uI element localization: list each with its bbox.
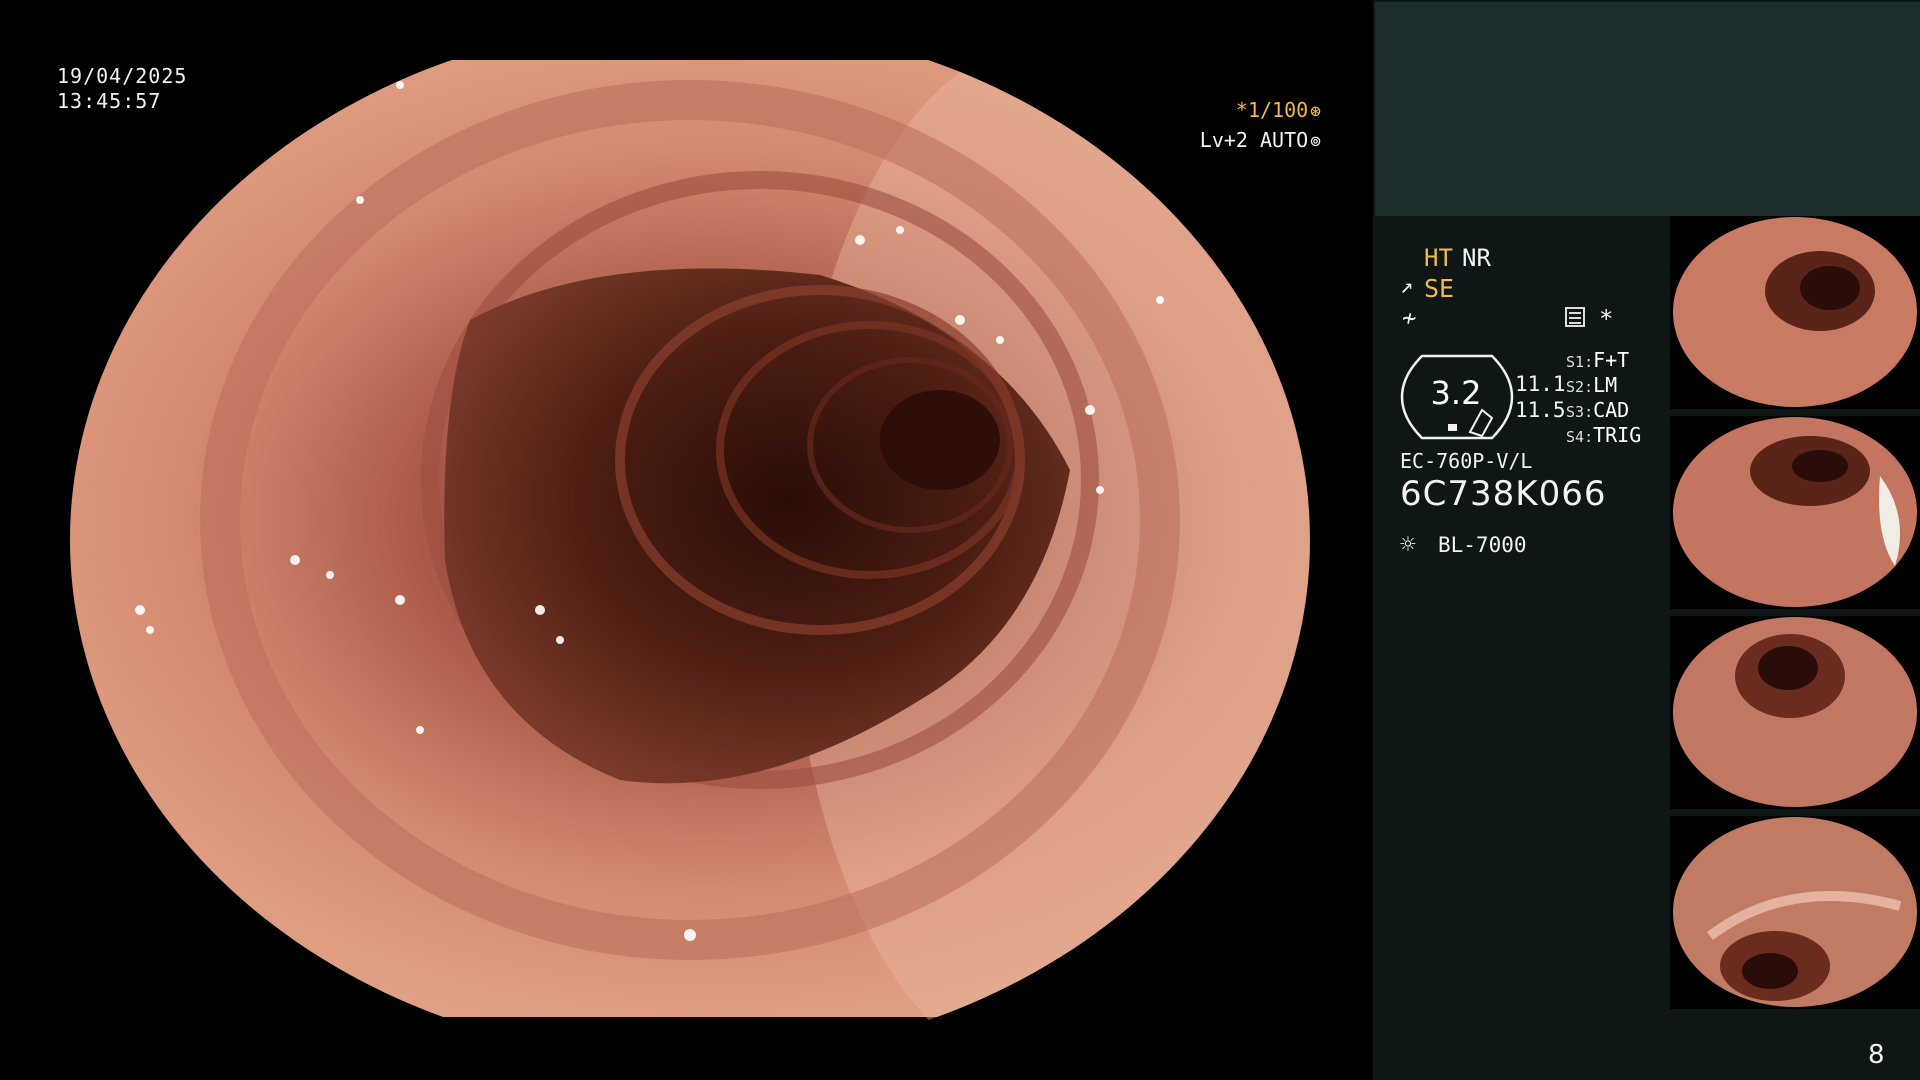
thumbnail-capture-2[interactable] [1670, 416, 1920, 609]
brightness-level-value: Lv+2 AUTO [1199, 128, 1309, 152]
brightness-level-readout: Lv+2 AUTO ⊚ [1200, 128, 1321, 152]
switch-s1: S1:F+T [1566, 348, 1630, 372]
enhancement-value-b: 11.5 [1515, 398, 1566, 422]
colon-lumen-image [0, 0, 1373, 1080]
thumbnail-capture-3[interactable] [1670, 616, 1920, 809]
thumbnail-image [1673, 417, 1917, 607]
iris-icon: ⊚ [1310, 131, 1321, 152]
page-number: 8 [1868, 1040, 1885, 1070]
filter-off-icon: ≁ [1402, 304, 1417, 332]
capture-time: 13:45:57 [57, 89, 162, 113]
se-indicator: SE [1424, 274, 1455, 303]
light-source-icon: ☼ [1400, 530, 1416, 560]
zoom-value: 3.2 [1430, 374, 1482, 412]
switch-s4: S4:TRIG [1566, 423, 1642, 447]
shutter-value: *1/100 [1235, 98, 1309, 122]
panel-header-band [1375, 2, 1920, 216]
enhancement-value-a: 11.1 [1515, 372, 1566, 396]
asterisk-icon: * [1599, 305, 1614, 333]
nr-indicator: NR [1462, 244, 1491, 272]
light-source-model: BL-7000 [1438, 533, 1527, 557]
shutter-readout: *1/100 ⊛ [1236, 98, 1321, 122]
switch-s2: S2:LM [1566, 373, 1618, 397]
switch-s2-value: LM [1593, 373, 1618, 397]
switch-s4-value: TRIG [1593, 423, 1642, 447]
aperture-icon: ⊛ [1310, 101, 1321, 122]
structure-enhance-icon: ↗ [1400, 274, 1414, 299]
ht-indicator: HT [1424, 244, 1453, 272]
scope-model: EC-760P-V/L [1400, 449, 1533, 473]
thumbnail-image [1673, 217, 1917, 407]
settings-menu-icon[interactable] [1565, 307, 1585, 327]
switch-s1-value: F+T [1593, 348, 1630, 372]
switch-s3: S3:CAD [1566, 398, 1630, 422]
scope-serial: 6C738K066 [1400, 474, 1607, 514]
capture-date: 19/04/2025 [57, 64, 188, 88]
thumbnail-capture-4[interactable] [1670, 816, 1920, 1009]
switch-s3-value: CAD [1593, 398, 1630, 422]
thumbnail-image [1673, 617, 1917, 807]
endoscope-view: 19/04/2025 13:45:57 *1/100 ⊛ Lv+2 AUTO ⊚ [0, 0, 1373, 1080]
thumbnail-image [1673, 817, 1917, 1007]
thumbnail-capture-1[interactable] [1670, 216, 1920, 409]
